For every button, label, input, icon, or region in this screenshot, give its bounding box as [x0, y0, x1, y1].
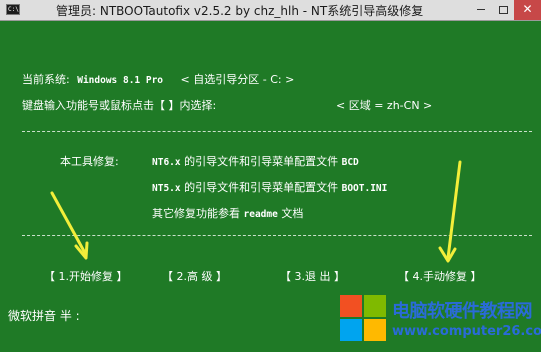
description-label: 本工具修复: [60, 155, 119, 168]
other-line: 其它修复功能参看 readme 文档 [152, 205, 303, 221]
separator-bottom [22, 235, 532, 236]
ime-status: 微软拼音 半 : [8, 309, 80, 323]
nt6-prefix: NT6.x [152, 157, 181, 168]
close-icon: ✕ [522, 2, 533, 16]
minimize-icon [477, 9, 485, 10]
manual-repair-button[interactable]: 【 4.手动修复 】 [398, 268, 482, 284]
window-title: 管理员: NTBOOTautofix v2.5.2 by chz_hlh - N… [56, 4, 424, 18]
other-file: readme [243, 209, 278, 220]
nt5-line: NT5.x 的引导文件和引导菜单配置文件 BOOT.INI [152, 179, 387, 195]
locale-selector[interactable]: < 区域 = zh-CN > [336, 97, 432, 113]
nt5-prefix: NT5.x [152, 183, 181, 194]
separator-top [22, 131, 532, 132]
maximize-icon [498, 5, 508, 14]
title-bar: C:\ 管理员: NTBOOTautofix v2.5.2 by chz_hlh… [0, 0, 541, 21]
nt5-file: BOOT.INI [341, 183, 388, 194]
nt6-line: NT6.x 的引导文件和引导菜单配置文件 BCD [152, 153, 359, 169]
console-icon: C:\ [6, 4, 20, 15]
current-system-line: 当前系统: Windows 8.1 Pro < 自选引导分区 - C: > [22, 71, 294, 87]
close-button[interactable]: ✕ [514, 0, 541, 20]
exit-button[interactable]: 【 3.退 出 】 [280, 268, 345, 284]
minimize-button[interactable] [470, 0, 492, 20]
nt5-text: 的引导文件和引导菜单配置文件 [184, 181, 339, 194]
locale-value: < 区域 = zh-CN > [336, 99, 433, 112]
other-text: 其它修复功能参看 [152, 207, 240, 220]
windows-logo-icon [340, 293, 388, 341]
nt6-text: 的引导文件和引导菜单配置文件 [184, 155, 339, 168]
current-system-label: 当前系统: [22, 73, 70, 86]
watermark-site-name: 电脑软硬件教程网 [392, 301, 533, 322]
start-repair-button[interactable]: 【 1.开始修复 】 [44, 268, 128, 284]
boot-partition-selector[interactable]: < 自选引导分区 - C: > [181, 73, 295, 86]
console-window: C:\ 管理员: NTBOOTautofix v2.5.2 by chz_hlh… [0, 0, 541, 352]
advanced-button[interactable]: 【 2.高 级 】 [162, 268, 227, 284]
maximize-button[interactable] [492, 0, 514, 20]
current-system-value: Windows 8.1 Pro [77, 75, 164, 86]
watermark: 电脑软硬件教程网 www.computer26.com [336, 293, 541, 352]
nt6-file: BCD [341, 157, 359, 168]
other-suffix: 文档 [281, 207, 304, 220]
keyboard-prompt: 键盘输入功能号或鼠标点击【 】内选择: [22, 99, 217, 112]
watermark-site-url: www.computer26.com [392, 324, 541, 339]
keyboard-prompt-line: 键盘输入功能号或鼠标点击【 】内选择: [22, 97, 216, 113]
